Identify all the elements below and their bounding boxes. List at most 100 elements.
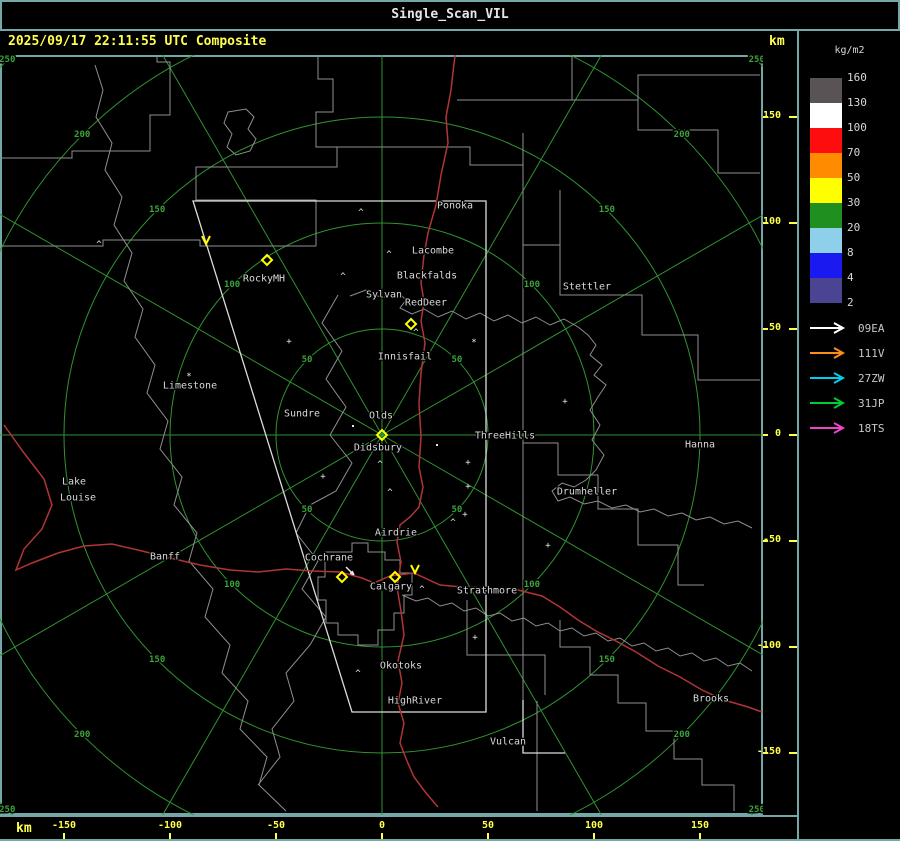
info-bar: 2025/09/17 22:11:55 UTC Composite [0,31,797,55]
azimuth-spoke [162,434,383,815]
town-marker-plus: + [462,510,468,520]
legend-scale-label: 70 [847,146,861,159]
track-id-label: 31JP [858,397,885,410]
track-arrow-icon [810,322,846,334]
city-label-Banff: Banff [150,552,180,563]
ring-distance-label: 50 [452,505,463,515]
city-label-HighRiver: HighRiver [388,696,442,707]
boundary-line [0,55,171,159]
legend-scale-label: 50 [847,171,861,184]
coverage-outline [522,700,565,754]
boundary-line [0,239,316,247]
town-marker-plus: + [545,541,551,551]
legend-color-swatch [810,153,842,178]
city-label-Vulcan: Vulcan [490,737,526,748]
city-label-Airdrie: Airdrie [375,528,417,539]
track-arrow-icon [810,372,846,384]
bottom-axis-tick [593,833,595,839]
town-marker-caret: ^ [413,328,419,338]
city-label-Blackfalds: Blackfalds [397,271,457,282]
town-marker-dot [352,425,354,427]
legend-title: kg/m2 [834,45,865,56]
radar-map[interactable]: 50 50 50 50 100 100 100 100 150 150 150 150 200 200 20… [0,55,763,815]
city-label-Ponoka: Ponoka [437,201,473,212]
ring-distance-label: 150 [599,655,615,665]
city-label-RedDeer: RedDeer [405,298,447,309]
ring-distance-label: 250 [749,55,763,65]
track-legend-111V: 111V [808,347,900,360]
track-legend-31JP: 31JP [808,397,900,410]
track-arrow-icon [810,347,846,359]
legend-color-swatch [810,228,842,253]
right-axis-tick [763,434,768,436]
legend-scale-label: 8 [847,246,854,259]
legend-color-swatch [810,178,842,203]
city-label-Strathmore: Strathmore [457,586,517,597]
right-axis-tick [789,116,797,118]
ring-distance-label: 50 [302,355,313,365]
city-label-Louise: Louise [60,493,96,504]
right-axis-tick [789,646,797,648]
city-label-Limestone: Limestone [163,381,217,392]
ring-distance-label: 250 [749,805,763,815]
bottom-axis-tick [699,833,701,839]
right-axis-tick [789,752,797,754]
boundary-line [257,294,353,786]
city-label-Sylvan: Sylvan [366,290,402,301]
town-marker-caret: ^ [358,208,364,218]
bottom-axis-label: 100 [584,820,604,831]
city-label-RockyMH: RockyMH [243,274,285,285]
city-label-Cochrane: Cochrane [305,553,353,564]
right-axis-tick [763,752,768,754]
boundary-line [572,74,760,101]
town-marker-plus: + [320,472,326,482]
azimuth-spoke [381,434,763,656]
boundary-line [523,190,561,246]
town-marker-plus: + [472,633,478,643]
legend-scale-label: 2 [847,296,854,309]
right-axis-tick [789,222,797,224]
right-axis-tick [789,540,797,542]
legend-color-swatch [810,78,842,103]
legend-color-swatch [810,278,842,303]
ring-distance-label: 100 [524,580,540,590]
ring-distance-label: 250 [0,805,15,815]
boundary-line [223,108,257,156]
bottom-axis-label: -150 [51,820,77,831]
bottom-axis-tick [381,833,383,839]
track-legend-09EA: 09EA [808,322,900,335]
ring-distance-label: 150 [599,205,615,215]
right-axis-unit: km [769,34,785,49]
city-label-Brooks: Brooks [693,694,729,705]
legend-scale-label: 4 [847,271,854,284]
right-axis-tick [763,540,768,542]
right-axis-tick [789,328,797,330]
title-bar: Single_Scan_VIL [0,0,900,31]
town-marker-plus: + [465,458,471,468]
legend-scale-label: 130 [847,96,867,109]
ring-distance-label: 150 [149,655,165,665]
boundary-line [637,100,760,174]
city-label-Calgary: Calgary [370,582,412,593]
track-id-label: 18TS [858,422,885,435]
legend-scale-label: 100 [847,121,867,134]
bottom-axis-label: 50 [481,820,495,831]
legend-color-swatch [810,128,842,153]
track-legend-18TS: 18TS [808,422,900,435]
ring-distance-label: 200 [74,730,90,740]
ring-distance-label: 200 [674,130,690,140]
track-id-label: 09EA [858,322,885,335]
track-id-label: 27ZW [858,372,885,385]
legend-panel: kg/m2 160 130 100 70 50 30 20 8 4 2 09EA 111V 27ZW 31… [797,31,900,841]
legend-color-swatch [810,253,842,278]
boundary-line [457,55,573,101]
boundary-line [94,64,287,812]
bottom-axis-label: -50 [266,820,286,831]
town-marker-caret: ^ [386,250,392,260]
bottom-axis-tick [63,833,65,839]
highway-line [396,55,456,808]
azimuth-spoke [0,213,383,436]
scan-timestamp: 2025/09/17 22:11:55 UTC Composite [8,34,267,49]
town-marker-caret: ^ [355,669,361,679]
ring-distance-label: 200 [74,130,90,140]
